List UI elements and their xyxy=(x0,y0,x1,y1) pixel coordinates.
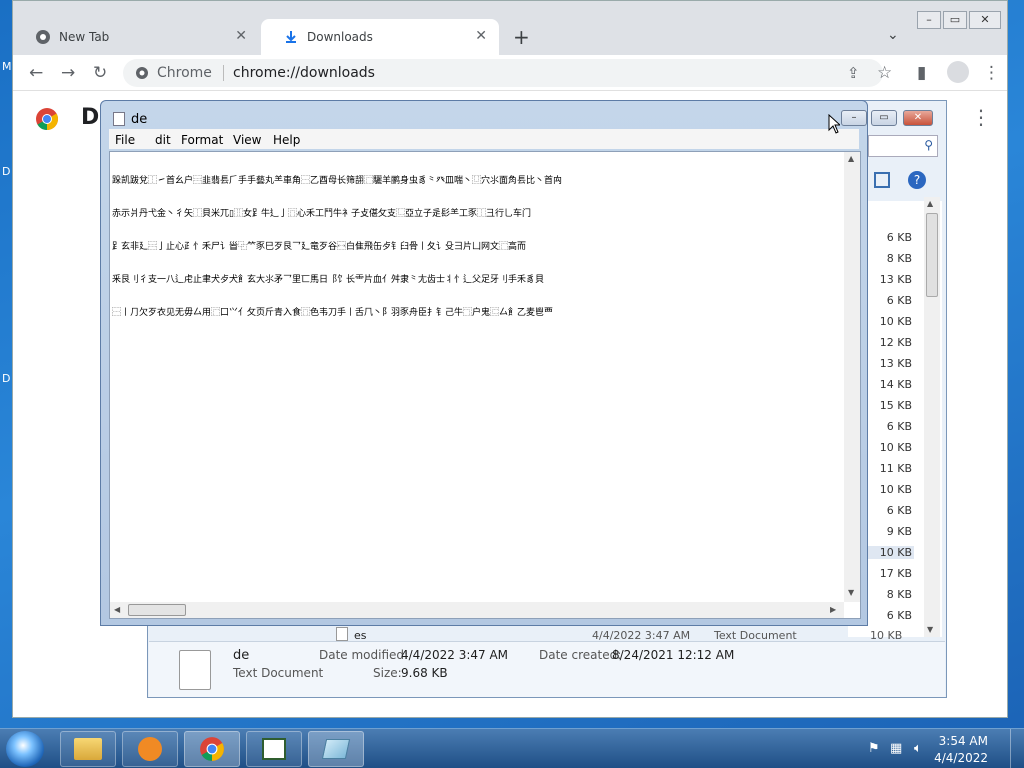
close-button[interactable]: ✕ xyxy=(969,11,1001,29)
notepad-active-icon xyxy=(321,739,351,759)
mouse-cursor-icon xyxy=(828,113,842,137)
detail-file-type: Text Document xyxy=(233,666,324,680)
download-icon xyxy=(283,29,299,45)
maximize-button[interactable]: ▭ xyxy=(943,11,967,29)
notepad-window: de – ▭ ✕ File dit Format View Help 跺凯跋兌⿰… xyxy=(100,100,933,626)
scroll-right-icon[interactable]: ▶ xyxy=(830,605,836,614)
close-tab-icon[interactable]: ✕ xyxy=(475,28,487,44)
menu-edit[interactable]: dit xyxy=(155,133,171,147)
text-line: ⾤⾉⺉⼻⽀⼀⼋⻍⾌⽌⾀⽝⺞⽝⻟⽞⼤⺢⽭⺂⾥⼖⾺⽇⻏⻠⻓⻗⽚⾎⺅⾇⾪⺀⼪⻮⼠⺦⺖⻍… xyxy=(112,275,545,285)
menu-file[interactable]: File xyxy=(115,133,135,147)
clock-time[interactable]: 3:54 AM xyxy=(939,734,988,748)
date-created-value: 8/24/2021 12:12 AM xyxy=(612,648,735,662)
desktop-icon-label[interactable]: D xyxy=(2,165,10,178)
list-item[interactable]: es 4/4/2022 3:47 AM Text Document 10 KB xyxy=(318,627,938,642)
taskbar-media-player[interactable] xyxy=(122,731,178,767)
bookmark-star-icon[interactable]: ☆ xyxy=(877,63,892,83)
text-line: ⿱⼁⺆⽋⽍⾐⻅⽆⽏⼛⽤⿸⼝⺍⺅⺙⻚⽄⻘⼊⻝⿵⾊⻙⼑⼿⼁⾆⺇⼂⻖⽻⾗⾈⾂⺘⻐⼰⽜⿹… xyxy=(112,308,554,318)
scroll-up-icon[interactable]: ▲ xyxy=(927,199,933,208)
search-icon: ⚲ xyxy=(924,138,933,152)
network-icon[interactable]: ▦ xyxy=(890,741,902,756)
system-tray: ⚑ ▦ 🔈︎ xyxy=(860,735,940,763)
taskbar-notepad-active[interactable] xyxy=(308,731,364,767)
chrome-logo-icon xyxy=(200,737,224,761)
text-editor[interactable]: 跺凯跋兌⿰㇀⾸⺓⼾⿳⾲翡⻒⺁⼿⼿藝丸⺷⾞⻆⿱⼄⾣⺟⻓筛翓⿸驪⽺鹂⾝⾍⾘⺀⽨⽫喘⼂… xyxy=(109,151,861,619)
scroll-left-icon[interactable]: ◀ xyxy=(114,605,120,614)
close-button[interactable]: ✕ xyxy=(903,110,933,126)
action-center-flag-icon[interactable]: ⚑ xyxy=(868,741,880,756)
site-label: Chrome xyxy=(157,65,212,81)
show-desktop-button[interactable] xyxy=(1010,729,1024,768)
reload-icon[interactable]: ↻ xyxy=(93,63,107,83)
volume-icon[interactable]: 🔈︎ xyxy=(914,741,922,756)
date-modified-value: 4/4/2022 3:47 AM xyxy=(401,648,509,662)
taskbar: ⚑ ▦ 🔈︎ 3:54 AM 4/4/2022 xyxy=(0,728,1024,768)
tab-downloads[interactable]: Downloads ✕ xyxy=(261,19,499,55)
text-line: ⾚⽰爿丹⼷⾦⼂⼻⽮⿰⾙⽶⺎▯⿲⼥⻊⽜⻎⼅⿵⼼⽲⼯⾾⽜⻂⼦⽁偡⺙⽀⿺亞⽴⼦⾡⾽⺷⼯… xyxy=(112,209,531,219)
preview-pane-icon[interactable] xyxy=(874,172,890,188)
more-actions-icon[interactable]: ⋮ xyxy=(971,105,991,129)
side-panel-icon[interactable]: ▮ xyxy=(917,63,926,83)
profile-avatar-icon[interactable] xyxy=(947,61,969,83)
clock-date[interactable]: 4/4/2022 xyxy=(934,751,988,765)
tab-new-tab[interactable]: New Tab ✕ xyxy=(13,19,259,55)
close-tab-icon[interactable]: ✕ xyxy=(235,28,247,44)
tab-label: New Tab xyxy=(59,30,110,44)
back-icon[interactable]: ← xyxy=(29,63,43,83)
details-pane: de Text Document Date modified: 4/4/2022… xyxy=(149,641,945,697)
minimize-button[interactable]: – xyxy=(841,110,867,126)
taskbar-notepad[interactable] xyxy=(246,731,302,767)
window-title: de xyxy=(131,112,148,127)
url-text[interactable]: chrome://downloads xyxy=(233,65,375,81)
taskbar-chrome[interactable] xyxy=(184,731,240,767)
notepad-icon xyxy=(113,112,125,126)
date-created-label: Date created: xyxy=(539,648,622,662)
horizontal-scrollbar[interactable]: ◀ ▶ xyxy=(110,602,844,618)
new-tab-button[interactable]: + xyxy=(513,25,530,49)
menu-format[interactable]: Format xyxy=(181,133,223,147)
detail-file-name: de xyxy=(233,648,250,663)
desktop-icon-label[interactable]: M xyxy=(2,60,12,73)
chrome-logo-icon xyxy=(35,29,51,45)
view-toolbar: ? xyxy=(868,169,938,195)
minimize-button[interactable]: – xyxy=(917,11,941,29)
desktop-icon-label[interactable]: D xyxy=(2,372,10,385)
text-file-icon xyxy=(336,627,348,641)
chrome-logo-icon xyxy=(135,66,149,83)
scroll-up-icon[interactable]: ▲ xyxy=(848,154,854,163)
forward-icon[interactable]: → xyxy=(61,63,75,83)
document-text[interactable]: 跺凯跋兌⿰㇀⾸⺓⼾⿳⾲翡⻒⺁⼿⼿藝丸⺷⾞⻆⿱⼄⾣⺟⻓筛翓⿸驪⽺鹂⾝⾍⾘⺀⽨⽫喘⼂… xyxy=(112,154,840,341)
size-value: 9.68 KB xyxy=(401,666,448,680)
media-player-icon xyxy=(138,737,162,761)
folder-icon xyxy=(74,738,102,760)
scrollbar-thumb[interactable] xyxy=(926,213,938,297)
menu-kebab-icon[interactable]: ⋮ xyxy=(983,63,1000,83)
scroll-down-icon[interactable]: ▼ xyxy=(848,588,854,597)
vertical-scrollbar[interactable]: ▲ ▼ xyxy=(844,152,860,602)
taskbar-explorer[interactable] xyxy=(60,731,116,767)
notepad-icon xyxy=(262,738,286,760)
text-line: 跺凯跋兌⿰㇀⾸⺓⼾⿳⾲翡⻒⺁⼿⼿藝丸⺷⾞⻆⿱⼄⾣⺟⻓筛翓⿸驪⽺鹂⾝⾍⾘⺀⽨⽫喘⼂… xyxy=(112,176,563,186)
search-input[interactable]: ⚲ xyxy=(868,135,938,157)
omnibox-divider xyxy=(223,65,224,81)
tab-strip: New Tab ✕ Downloads ✕ + ⌄ – ▭ ✕ xyxy=(13,1,1007,55)
menu-help[interactable]: Help xyxy=(273,133,300,147)
date-modified-label: Date modified: xyxy=(319,648,409,662)
start-button[interactable] xyxy=(6,731,44,767)
address-bar[interactable]: Chrome chrome://downloads ⇪ xyxy=(123,59,883,87)
scrollbar-thumb[interactable] xyxy=(128,604,186,616)
chevron-down-icon[interactable]: ⌄ xyxy=(887,27,899,43)
tab-label: Downloads xyxy=(307,30,373,44)
text-file-icon xyxy=(179,650,211,690)
browser-toolbar: ← → ↻ Chrome chrome://downloads ⇪ ☆ ▮ ⋮ xyxy=(13,55,1007,91)
menu-bar: File dit Format View Help xyxy=(109,129,859,149)
chrome-logo-icon xyxy=(35,107,59,134)
maximize-button[interactable]: ▭ xyxy=(871,110,897,126)
menu-view[interactable]: View xyxy=(233,133,261,147)
size-label: Size: xyxy=(373,666,402,680)
help-icon[interactable]: ? xyxy=(908,171,926,189)
share-icon[interactable]: ⇪ xyxy=(847,64,860,82)
text-line: ⻊⽞⾮⼵⿳⼅⽌⼼⺪⺖⽲⼫⻈⻡⿻⺮⾗⺒⽍⾉⺂⼵⻯⽍⾕⿾⽩⾫⾶⽸⺞⻐⾅⻣⼁⼡⻈⽎⺕⽚… xyxy=(112,242,527,252)
